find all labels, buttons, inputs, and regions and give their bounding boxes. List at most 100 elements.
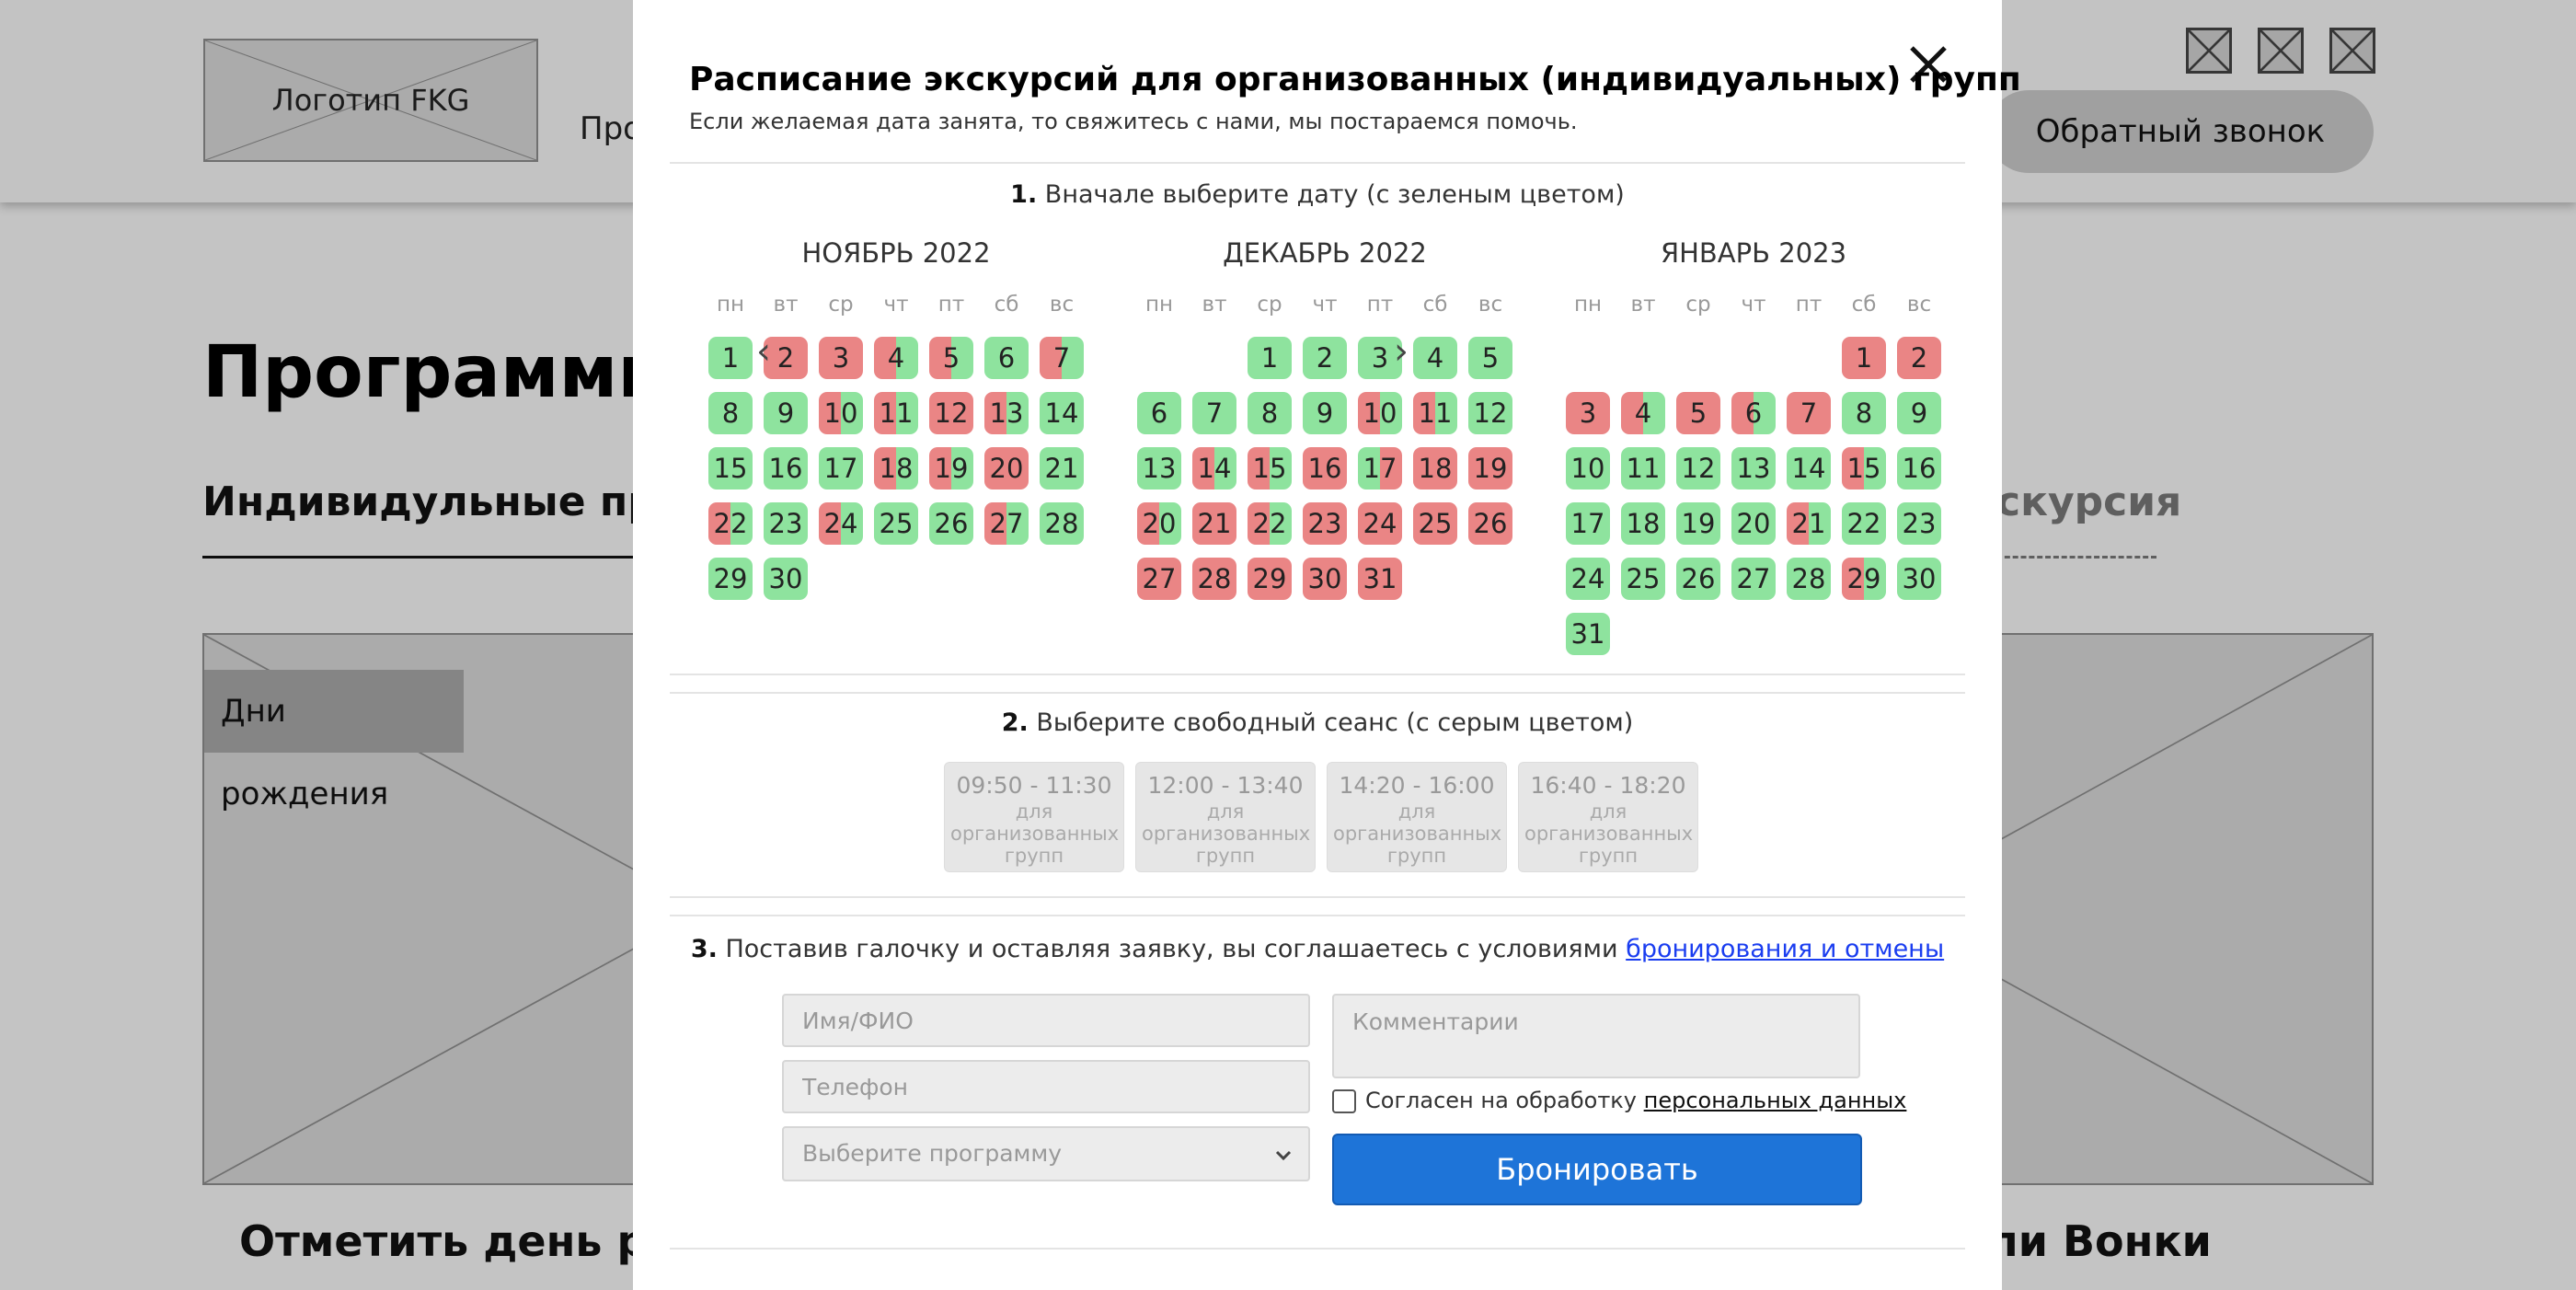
- calendar-day[interactable]: 29: [1842, 558, 1886, 600]
- prev-month-arrow[interactable]: ‹: [756, 333, 771, 370]
- calendar-day[interactable]: 20: [1731, 502, 1776, 545]
- calendar-day[interactable]: 20: [984, 447, 1029, 490]
- calendar-day[interactable]: 5: [929, 337, 973, 379]
- calendar-day[interactable]: 23: [764, 502, 808, 545]
- calendar-day[interactable]: 12: [1468, 392, 1512, 434]
- calendar-day[interactable]: 3: [819, 337, 863, 379]
- calendar-day[interactable]: 6: [1137, 392, 1181, 434]
- calendar-day[interactable]: 7: [1040, 337, 1084, 379]
- calendar-day[interactable]: 12: [929, 392, 973, 434]
- calendar-day[interactable]: 17: [819, 447, 863, 490]
- personal-data-link[interactable]: персональных данных: [1644, 1088, 1907, 1113]
- calendar-day[interactable]: 19: [1468, 447, 1512, 490]
- calendar-day[interactable]: 4: [1621, 392, 1665, 434]
- calendar-day[interactable]: 22: [1842, 502, 1886, 545]
- calendar-day[interactable]: 7: [1192, 392, 1236, 434]
- calendar-day[interactable]: 14: [1040, 392, 1084, 434]
- calendar-day[interactable]: 30: [764, 558, 808, 600]
- calendar-day[interactable]: 28: [1192, 558, 1236, 600]
- calendar-day[interactable]: 5: [1676, 392, 1720, 434]
- calendar-day[interactable]: 25: [1413, 502, 1457, 545]
- calendar-day[interactable]: 31: [1358, 558, 1402, 600]
- calendar-day[interactable]: 30: [1897, 558, 1941, 600]
- calendar-day[interactable]: 28: [1040, 502, 1084, 545]
- calendar-day[interactable]: 17: [1358, 447, 1402, 490]
- calendar-day[interactable]: 19: [1676, 502, 1720, 545]
- comment-textarea[interactable]: [1332, 994, 1860, 1078]
- calendar-day[interactable]: 23: [1897, 502, 1941, 545]
- book-button[interactable]: Бронировать: [1332, 1134, 1862, 1205]
- consent-checkbox[interactable]: [1332, 1089, 1356, 1113]
- calendar-day[interactable]: 13: [1137, 447, 1181, 490]
- calendar-day[interactable]: 16: [764, 447, 808, 490]
- calendar-day[interactable]: 19: [929, 447, 973, 490]
- calendar-day[interactable]: 27: [1731, 558, 1776, 600]
- calendar-day[interactable]: 11: [1621, 447, 1665, 490]
- calendar-day[interactable]: 25: [874, 502, 918, 545]
- session-slot[interactable]: 12:00 - 13:40 для организованных групп: [1135, 762, 1316, 872]
- calendar-day[interactable]: 13: [984, 392, 1029, 434]
- calendar-day[interactable]: 15: [1248, 447, 1292, 490]
- calendar-day[interactable]: 26: [1676, 558, 1720, 600]
- calendar-day[interactable]: 22: [1248, 502, 1292, 545]
- calendar-day[interactable]: 24: [1358, 502, 1402, 545]
- booking-terms-link[interactable]: бронирования и отмены: [1626, 935, 1944, 963]
- calendar-day[interactable]: 26: [1468, 502, 1512, 545]
- session-slot[interactable]: 14:20 - 16:00 для организованных групп: [1327, 762, 1507, 872]
- calendar-day[interactable]: 18: [1621, 502, 1665, 545]
- calendar-day[interactable]: 18: [1413, 447, 1457, 490]
- calendar-day[interactable]: 21: [1192, 502, 1236, 545]
- calendar-day[interactable]: 25: [1621, 558, 1665, 600]
- session-slot[interactable]: 09:50 - 11:30 для организованных групп: [944, 762, 1124, 872]
- session-slot[interactable]: 16:40 - 18:20 для организованных групп: [1518, 762, 1698, 872]
- next-month-arrow[interactable]: ›: [1394, 333, 1409, 370]
- calendar-day[interactable]: 8: [708, 392, 753, 434]
- calendar-day[interactable]: 9: [764, 392, 808, 434]
- calendar-day[interactable]: 26: [929, 502, 973, 545]
- calendar-day[interactable]: 15: [1842, 447, 1886, 490]
- calendar-day[interactable]: 20: [1137, 502, 1181, 545]
- calendar-day[interactable]: 23: [1303, 502, 1347, 545]
- calendar-day[interactable]: 12: [1676, 447, 1720, 490]
- name-input[interactable]: [782, 994, 1310, 1047]
- phone-input[interactable]: [782, 1060, 1310, 1113]
- program-select[interactable]: Выберите программу: [782, 1126, 1310, 1181]
- calendar-day[interactable]: 29: [1248, 558, 1292, 600]
- calendar-day[interactable]: 10: [819, 392, 863, 434]
- calendar-day[interactable]: 31: [1566, 613, 1610, 655]
- calendar-day[interactable]: 8: [1248, 392, 1292, 434]
- calendar-day[interactable]: 27: [984, 502, 1029, 545]
- calendar-day[interactable]: 5: [1468, 337, 1512, 379]
- calendar-day[interactable]: 28: [1787, 558, 1831, 600]
- calendar-day[interactable]: 15: [708, 447, 753, 490]
- calendar-day[interactable]: 29: [708, 558, 753, 600]
- calendar-day[interactable]: 8: [1842, 392, 1886, 434]
- calendar-day[interactable]: 1: [708, 337, 753, 379]
- calendar-day[interactable]: 1: [1248, 337, 1292, 379]
- calendar-day[interactable]: 27: [1137, 558, 1181, 600]
- calendar-day[interactable]: 6: [1731, 392, 1776, 434]
- calendar-day[interactable]: 9: [1897, 392, 1941, 434]
- calendar-day[interactable]: 11: [874, 392, 918, 434]
- calendar-day[interactable]: 9: [1303, 392, 1347, 434]
- calendar-day[interactable]: 4: [1413, 337, 1457, 379]
- calendar-day[interactable]: 3: [1566, 392, 1610, 434]
- calendar-day[interactable]: 13: [1731, 447, 1776, 490]
- calendar-day[interactable]: 17: [1566, 502, 1610, 545]
- calendar-day[interactable]: 4: [874, 337, 918, 379]
- calendar-day[interactable]: 10: [1358, 392, 1402, 434]
- calendar-day[interactable]: 21: [1040, 447, 1084, 490]
- calendar-day[interactable]: 16: [1303, 447, 1347, 490]
- calendar-day[interactable]: 18: [874, 447, 918, 490]
- calendar-day[interactable]: 24: [1566, 558, 1610, 600]
- calendar-day[interactable]: 10: [1566, 447, 1610, 490]
- calendar-day[interactable]: 21: [1787, 502, 1831, 545]
- calendar-day[interactable]: 6: [984, 337, 1029, 379]
- calendar-day[interactable]: 2: [1897, 337, 1941, 379]
- calendar-day[interactable]: 16: [1897, 447, 1941, 490]
- calendar-day[interactable]: 30: [1303, 558, 1347, 600]
- calendar-day[interactable]: 24: [819, 502, 863, 545]
- calendar-day[interactable]: 11: [1413, 392, 1457, 434]
- calendar-day[interactable]: 22: [708, 502, 753, 545]
- calendar-day[interactable]: 1: [1842, 337, 1886, 379]
